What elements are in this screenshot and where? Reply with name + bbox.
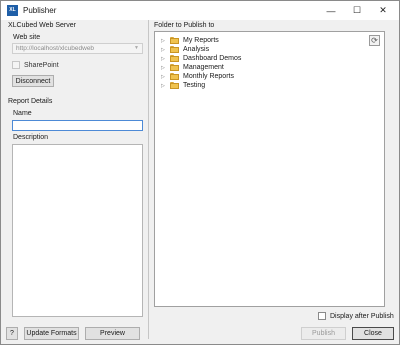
- tree-item-label: Management: [183, 64, 224, 71]
- update-formats-button[interactable]: Update Formats: [24, 327, 79, 340]
- maximize-icon[interactable]: ☐: [345, 1, 369, 20]
- expand-arrow-icon[interactable]: ▷: [161, 38, 167, 44]
- sharepoint-label: SharePoint: [24, 62, 59, 69]
- close-icon[interactable]: ✕: [371, 1, 395, 20]
- refresh-icon[interactable]: ⟳: [369, 35, 380, 46]
- website-label: Web site: [13, 34, 41, 41]
- window-title: Publisher: [23, 6, 57, 15]
- title-bar: XL Publisher — ☐ ✕: [1, 1, 399, 20]
- tree-item-label: Monthly Reports: [183, 73, 234, 80]
- display-after-publish-checkbox[interactable]: [318, 312, 326, 320]
- publisher-window: XL Publisher — ☐ ✕ XLCubed Web Server We…: [0, 0, 400, 345]
- tree-item-label: Analysis: [183, 46, 210, 53]
- minimize-icon[interactable]: —: [319, 1, 343, 20]
- splitter[interactable]: [148, 20, 149, 339]
- sharepoint-checkbox[interactable]: [12, 61, 20, 69]
- report-details-label: Report Details: [8, 98, 53, 105]
- expand-arrow-icon[interactable]: ▷: [161, 74, 167, 80]
- folder-label: Folder to Publish to: [154, 22, 215, 29]
- folder-icon: [170, 37, 179, 44]
- name-input[interactable]: [12, 120, 143, 131]
- expand-arrow-icon[interactable]: ▷: [161, 47, 167, 53]
- publish-button[interactable]: Publish: [301, 327, 346, 340]
- tree-item-dashboard-demos[interactable]: ▷ Dashboard Demos: [161, 54, 241, 63]
- description-label: Description: [13, 134, 49, 141]
- folder-icon: [170, 64, 179, 71]
- folder-icon: [170, 82, 179, 89]
- name-label: Name: [13, 110, 32, 117]
- xlcubed-app-icon: XL: [7, 5, 18, 16]
- preview-button[interactable]: Preview: [85, 327, 140, 340]
- tree-item-my-reports[interactable]: ▷ My Reports: [161, 36, 219, 45]
- expand-arrow-icon[interactable]: ▷: [161, 56, 167, 62]
- close-button[interactable]: Close: [352, 327, 394, 340]
- folder-icon: [170, 46, 179, 53]
- expand-arrow-icon[interactable]: ▷: [161, 83, 167, 89]
- description-textarea[interactable]: [12, 144, 143, 317]
- tree-item-management[interactable]: ▷ Management: [161, 63, 224, 72]
- display-after-publish-label: Display after Publish: [330, 313, 394, 320]
- tree-item-label: My Reports: [183, 37, 219, 44]
- folder-icon: [170, 55, 179, 62]
- help-button[interactable]: ?: [6, 327, 18, 340]
- website-field[interactable]: http://localhost/xlcubedweb ▼: [12, 43, 143, 54]
- disconnect-button[interactable]: Disconnect: [12, 75, 54, 87]
- expand-arrow-icon[interactable]: ▷: [161, 65, 167, 71]
- chevron-down-icon: ▼: [134, 45, 139, 51]
- tree-item-testing[interactable]: ▷ Testing: [161, 81, 205, 90]
- website-value: http://localhost/xlcubedweb: [16, 45, 95, 52]
- folder-tree[interactable]: ⟳ ▷ My Reports ▷ Analysis ▷ Dashboard De…: [154, 31, 385, 307]
- server-group-label: XLCubed Web Server: [8, 22, 76, 29]
- tree-item-monthly-reports[interactable]: ▷ Monthly Reports: [161, 72, 234, 81]
- tree-item-analysis[interactable]: ▷ Analysis: [161, 45, 209, 54]
- tree-item-label: Dashboard Demos: [183, 55, 242, 62]
- folder-icon: [170, 73, 179, 80]
- tree-item-label: Testing: [183, 82, 206, 89]
